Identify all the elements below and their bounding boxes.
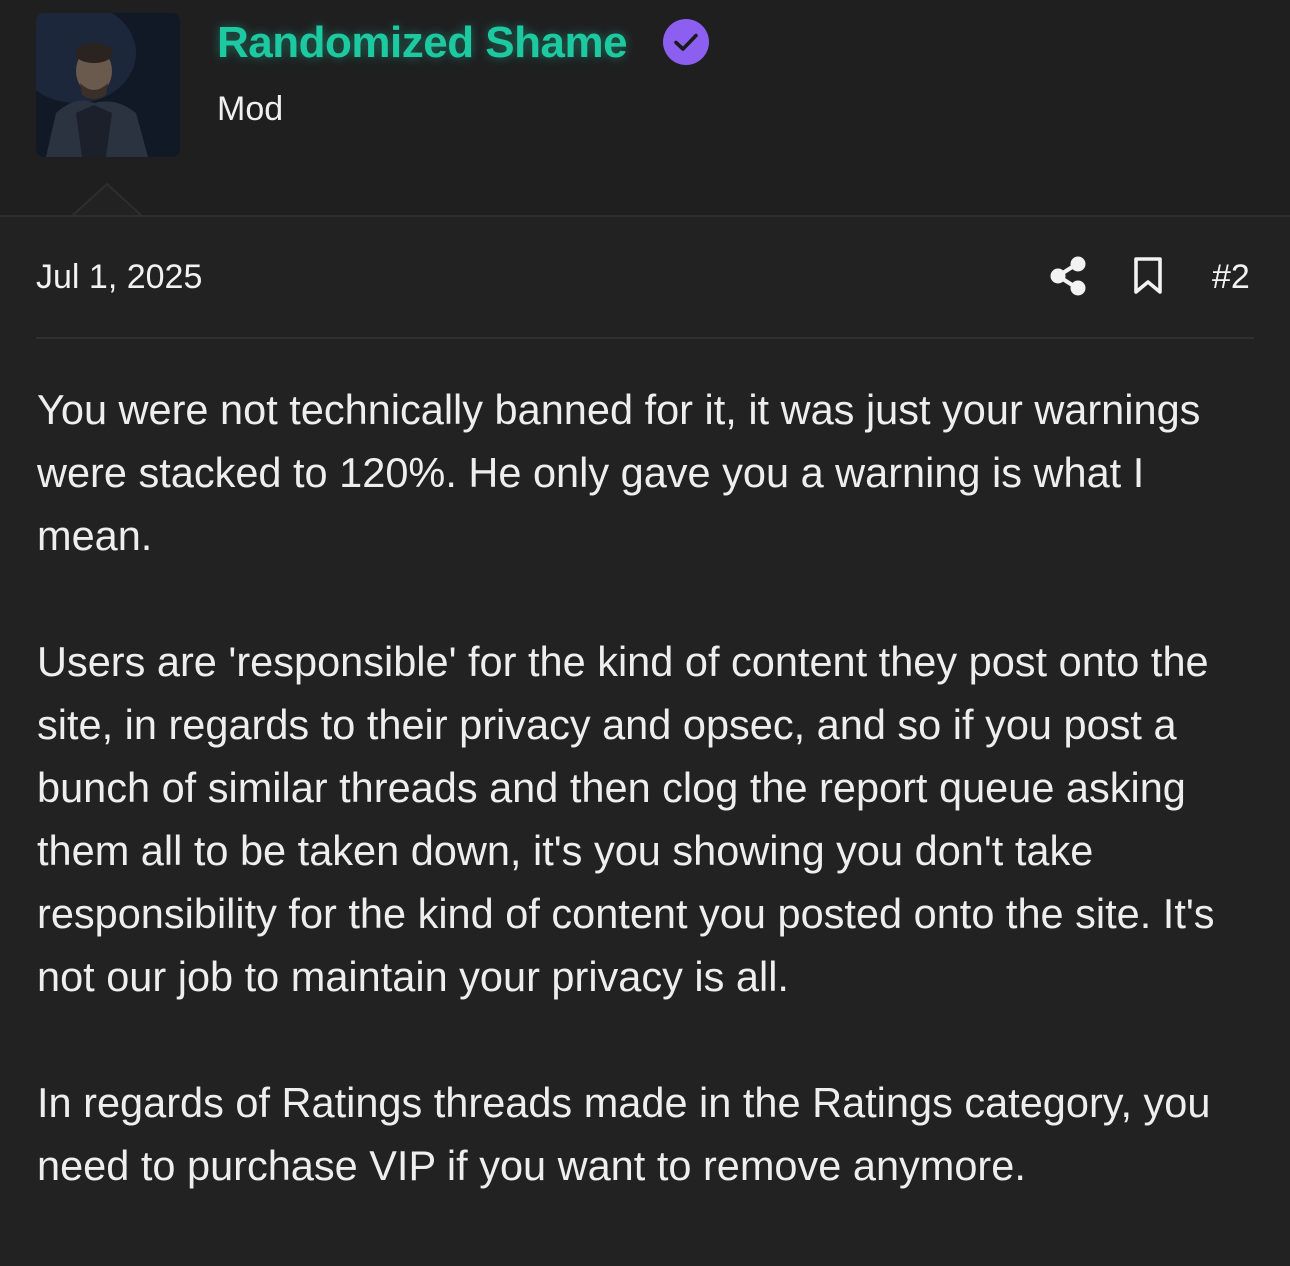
username[interactable]: Randomized Shame bbox=[217, 18, 628, 68]
share-icon[interactable] bbox=[1049, 256, 1087, 296]
post-paragraph: Users are 'responsible' for the kind of … bbox=[37, 638, 1215, 1000]
verified-badge-icon bbox=[663, 19, 709, 65]
post-paragraph: You were not technically banned for it, … bbox=[37, 386, 1201, 559]
post-paragraph: In regards of Ratings threads made in th… bbox=[37, 1079, 1211, 1189]
avatar-portrait-image bbox=[36, 13, 180, 157]
user-role: Mod bbox=[217, 90, 284, 128]
post-number-link[interactable]: #2 bbox=[1212, 258, 1250, 297]
post-date[interactable]: Jul 1, 2025 bbox=[36, 258, 202, 297]
avatar[interactable] bbox=[36, 13, 180, 157]
post-body: You were not technically banned for it, … bbox=[37, 378, 1267, 1260]
post-pointer-arrow-icon bbox=[72, 183, 142, 217]
post-container: Randomized Shame Mod Jul 1, 2025 #2 You … bbox=[0, 0, 1290, 1266]
bookmark-icon[interactable] bbox=[1133, 257, 1163, 295]
post-author-header: Randomized Shame Mod bbox=[0, 0, 1290, 217]
meta-divider bbox=[36, 337, 1254, 339]
header-divider bbox=[0, 215, 1290, 217]
